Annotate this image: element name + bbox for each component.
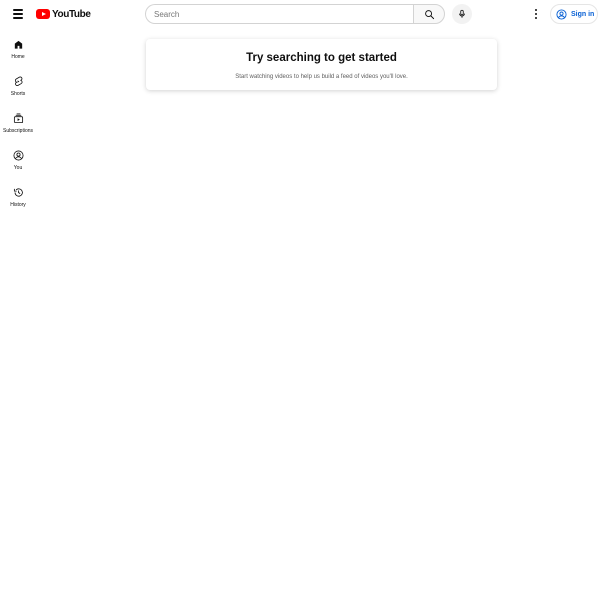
mini-guide: Home Shorts Subscriptions You History bbox=[0, 34, 36, 219]
shorts-icon bbox=[12, 75, 24, 87]
more-vertical-icon bbox=[535, 9, 537, 12]
guide-item-you[interactable]: You bbox=[0, 145, 36, 182]
youtube-play-icon bbox=[36, 9, 50, 19]
masthead: YouTube Sign in bbox=[0, 0, 600, 28]
sign-in-button[interactable]: Sign in bbox=[550, 4, 598, 24]
search-button[interactable] bbox=[413, 4, 445, 24]
guide-item-label: Subscriptions bbox=[2, 128, 33, 134]
guide-item-label: Home bbox=[11, 54, 25, 60]
guide-item-label: History bbox=[10, 202, 26, 208]
prompt-title: Try searching to get started bbox=[246, 52, 397, 64]
history-icon bbox=[12, 186, 24, 198]
prompt-subtitle: Start watching videos to help us build a… bbox=[235, 74, 408, 80]
guide-item-home[interactable]: Home bbox=[0, 34, 36, 71]
search-box bbox=[145, 4, 414, 24]
microphone-icon bbox=[459, 9, 465, 18]
guide-item-history[interactable]: History bbox=[0, 182, 36, 219]
guide-item-label: Shorts bbox=[10, 91, 26, 97]
settings-more-button[interactable] bbox=[528, 5, 544, 23]
youtube-logo[interactable]: YouTube bbox=[36, 8, 91, 20]
search-input[interactable] bbox=[154, 9, 414, 19]
logo-text: YouTube bbox=[52, 8, 91, 20]
account-circle-icon bbox=[556, 8, 567, 20]
guide-menu-button[interactable] bbox=[9, 5, 27, 23]
subscriptions-icon bbox=[12, 112, 24, 124]
empty-feed-prompt: Try searching to get started Start watch… bbox=[146, 39, 497, 90]
you-icon bbox=[12, 149, 24, 161]
voice-search-button[interactable] bbox=[452, 4, 472, 24]
guide-item-subscriptions[interactable]: Subscriptions bbox=[0, 108, 36, 145]
guide-item-shorts[interactable]: Shorts bbox=[0, 71, 36, 108]
menu-icon bbox=[13, 9, 23, 11]
sign-in-label: Sign in bbox=[571, 10, 595, 18]
home-icon bbox=[12, 38, 24, 50]
search-icon bbox=[424, 9, 434, 19]
guide-item-label: You bbox=[13, 165, 23, 171]
